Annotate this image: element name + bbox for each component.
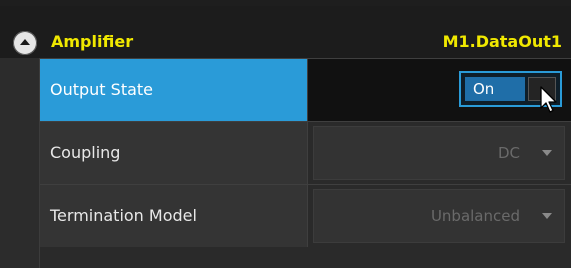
mouse-cursor-icon bbox=[540, 86, 557, 113]
coupling-dropdown[interactable]: DC bbox=[313, 126, 565, 180]
collapse-button[interactable] bbox=[13, 31, 37, 55]
dropdown-value: DC bbox=[497, 144, 520, 162]
toggle-on-label: On bbox=[465, 77, 525, 101]
section-identifier: M1.DataOut1 bbox=[442, 32, 562, 51]
property-label-cell[interactable]: Coupling bbox=[40, 122, 308, 184]
property-value-cell: DC bbox=[308, 122, 571, 184]
chevron-down-icon bbox=[542, 213, 552, 219]
property-row-output-state[interactable]: Output State On bbox=[40, 58, 571, 121]
dropdown-value: Unbalanced bbox=[430, 207, 520, 225]
termination-model-dropdown[interactable]: Unbalanced bbox=[313, 189, 565, 243]
property-label: Termination Model bbox=[50, 206, 197, 225]
section-header[interactable]: Amplifier M1.DataOut1 bbox=[0, 6, 571, 58]
property-label-cell[interactable]: Output State bbox=[40, 59, 308, 121]
property-label: Coupling bbox=[50, 143, 121, 162]
property-label-cell[interactable]: Termination Model bbox=[40, 185, 308, 247]
section-title: Amplifier bbox=[51, 32, 134, 51]
chevron-up-icon bbox=[20, 39, 30, 45]
amplifier-panel: Amplifier M1.DataOut1 Output State On Co… bbox=[0, 0, 571, 268]
property-label: Output State bbox=[50, 80, 154, 99]
property-value-cell: Unbalanced bbox=[308, 185, 571, 247]
chevron-down-icon bbox=[542, 150, 552, 156]
property-row-coupling[interactable]: Coupling DC bbox=[40, 121, 571, 184]
left-gutter bbox=[0, 58, 40, 268]
property-value-cell: On bbox=[308, 59, 571, 121]
property-row-termination-model[interactable]: Termination Model Unbalanced bbox=[40, 184, 571, 247]
